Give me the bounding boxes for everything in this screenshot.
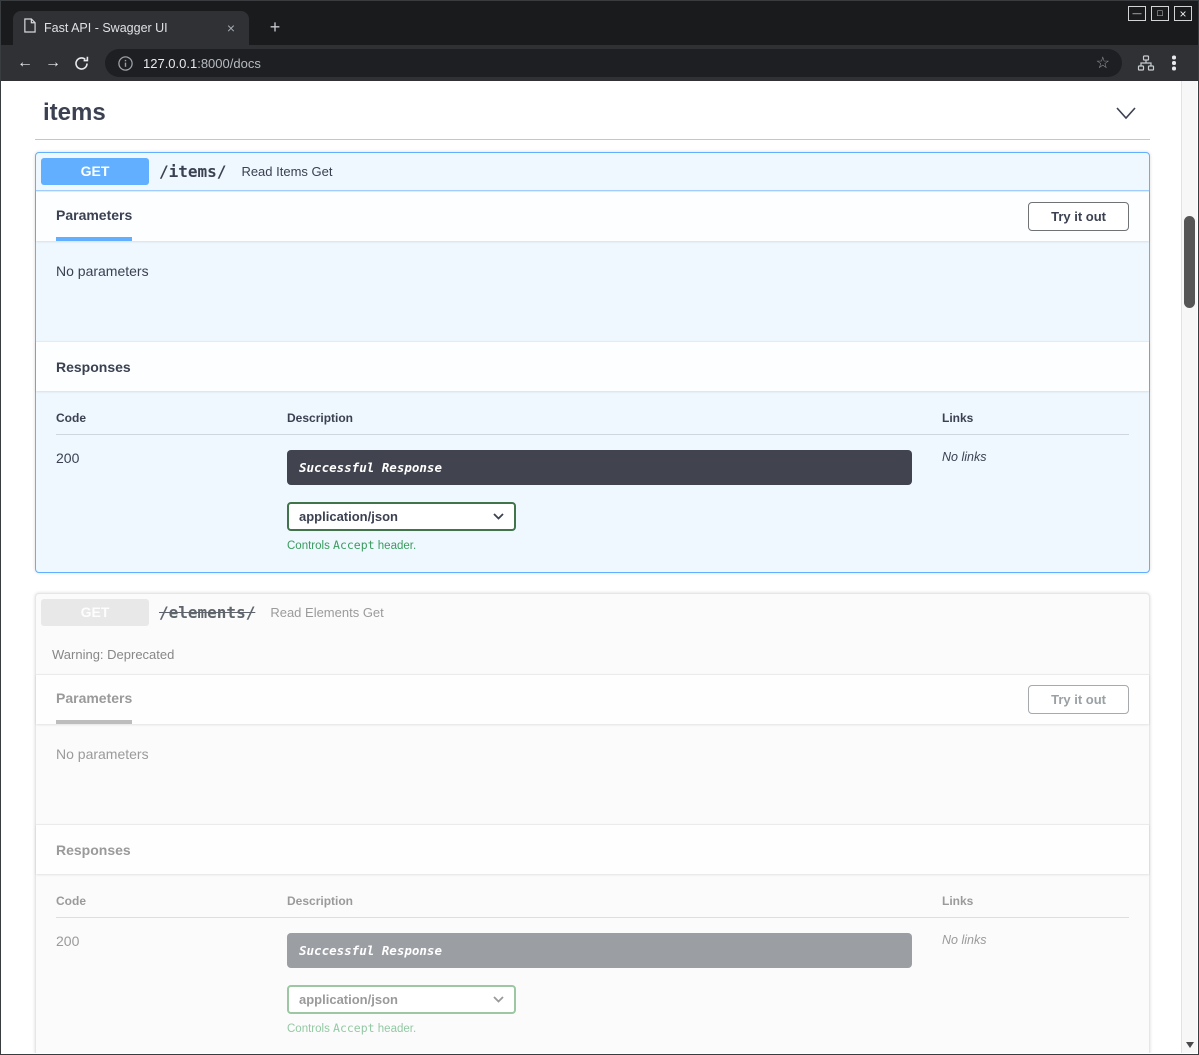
method-badge: GET	[41, 158, 149, 185]
accept-header-note: Controls Accept header.	[287, 538, 942, 552]
tab-title: Fast API - Swagger UI	[44, 21, 168, 35]
page-favicon-icon	[23, 18, 36, 38]
accept-header-note: Controls Accept header.	[287, 1021, 942, 1035]
opblock-get-items: GET /items/ Read Items Get Parameters Tr…	[35, 152, 1150, 573]
window-controls: — □ ×	[1128, 6, 1192, 21]
chevron-down-icon	[493, 996, 504, 1003]
address-bar[interactable]: 127.0.0.1:8000/docs ☆	[105, 49, 1122, 77]
window-titlebar: Fast API - Swagger UI × + — □ ×	[1, 1, 1198, 45]
swagger-page: items GET /items/ Read Items Get Paramet…	[2, 81, 1181, 1053]
collapse-chevron-icon[interactable]	[1110, 102, 1142, 124]
responses-body: Code Description Links 200 Successful Re…	[36, 874, 1149, 1053]
try-it-out-button[interactable]: Try it out	[1028, 202, 1129, 231]
responses-title: Responses	[56, 842, 131, 858]
responses-title: Responses	[56, 359, 131, 375]
browser-tab[interactable]: Fast API - Swagger UI ×	[13, 11, 249, 45]
responses-header: Responses	[36, 824, 1149, 874]
parameters-tab: Parameters	[56, 192, 132, 241]
responses-body: Code Description Links 200 Successful Re…	[36, 391, 1149, 572]
links-column-header: Links	[942, 894, 1129, 918]
parameters-tab: Parameters	[56, 675, 132, 724]
endpoint-summary: Read Items Get	[241, 164, 332, 179]
try-it-out-button[interactable]: Try it out	[1028, 685, 1129, 714]
response-links: No links	[942, 435, 1129, 552]
reload-button[interactable]	[67, 49, 95, 77]
operation-summary-row[interactable]: GET /items/ Read Items Get	[36, 153, 1149, 191]
tab-close-icon[interactable]: ×	[223, 19, 239, 37]
opblock-get-elements-deprecated: GET /elements/ Read Elements Get Warning…	[35, 593, 1150, 1053]
scroll-down-arrow-icon[interactable]	[1186, 1042, 1194, 1048]
section-title: items	[43, 99, 106, 127]
tab-hierarchy-icon[interactable]	[1132, 49, 1160, 77]
response-code: 200	[56, 435, 287, 552]
back-button[interactable]: ←	[11, 49, 39, 77]
response-description-cell: Successful Response application/json Con…	[287, 435, 942, 552]
response-description-cell: Successful Response application/json Con…	[287, 918, 942, 1035]
site-info-icon[interactable]	[117, 55, 134, 72]
bookmark-star-icon[interactable]: ☆	[1096, 53, 1110, 73]
tag-section-header[interactable]: items	[35, 81, 1150, 140]
description-column-header: Description	[287, 894, 942, 918]
parameters-header: Parameters Try it out	[36, 674, 1149, 724]
code-column-header: Code	[56, 894, 287, 918]
maximize-button[interactable]: □	[1151, 6, 1169, 21]
response-description: Successful Response	[287, 450, 912, 485]
response-code: 200	[56, 918, 287, 1035]
browser-toolbar: ← → 127.0.0.1:8000/docs ☆	[1, 45, 1198, 81]
minimize-button[interactable]: —	[1128, 6, 1146, 21]
deprecated-warning: Warning: Deprecated	[36, 631, 1149, 674]
page-scrollbar[interactable]	[1181, 81, 1197, 1053]
url-text: 127.0.0.1:8000/docs	[143, 56, 261, 71]
operation-summary-row[interactable]: GET /elements/ Read Elements Get	[36, 594, 1149, 631]
browser-menu-icon[interactable]	[1160, 49, 1188, 77]
forward-button[interactable]: →	[39, 49, 67, 77]
description-column-header: Description	[287, 411, 942, 435]
endpoint-summary: Read Elements Get	[270, 605, 383, 620]
scrollbar-thumb[interactable]	[1184, 216, 1195, 308]
parameters-header: Parameters Try it out	[36, 191, 1149, 241]
media-type-select[interactable]: application/json	[287, 502, 516, 531]
media-type-select[interactable]: application/json	[287, 985, 516, 1014]
responses-header: Responses	[36, 341, 1149, 391]
response-description: Successful Response	[287, 933, 912, 968]
browser-window: Fast API - Swagger UI × + — □ × ← → 127.…	[0, 0, 1199, 1055]
new-tab-button[interactable]: +	[263, 16, 287, 40]
method-badge: GET	[41, 599, 149, 626]
endpoint-path: /items/	[159, 162, 226, 181]
links-column-header: Links	[942, 411, 1129, 435]
response-links: No links	[942, 918, 1129, 1035]
no-parameters-text: No parameters	[36, 724, 1149, 824]
no-parameters-text: No parameters	[36, 241, 1149, 341]
close-button[interactable]: ×	[1174, 6, 1192, 21]
code-column-header: Code	[56, 411, 287, 435]
chevron-down-icon	[493, 513, 504, 520]
endpoint-path: /elements/	[159, 603, 255, 622]
